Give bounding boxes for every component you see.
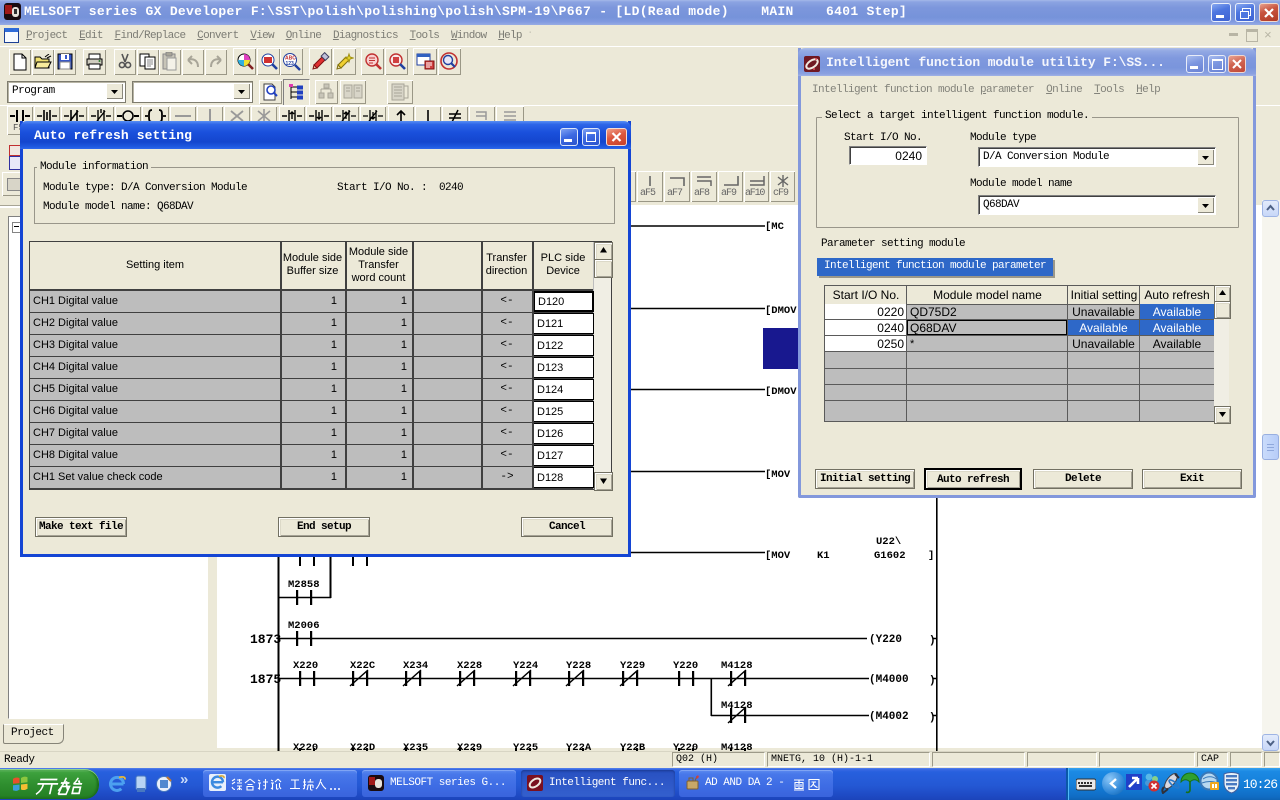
svg-text:[MOV: [MOV <box>765 550 791 562</box>
svg-text:): ) <box>929 712 936 724</box>
svg-text:Y228: Y228 <box>566 660 591 672</box>
svg-text:]: ] <box>928 550 934 562</box>
svg-text:Y22A: Y22A <box>566 742 592 751</box>
svg-text:U22\: U22\ <box>876 536 901 548</box>
svg-text:X228: X228 <box>457 660 482 672</box>
svg-text:Y225: Y225 <box>513 742 538 751</box>
svg-text:K1: K1 <box>817 550 830 562</box>
svg-text:M4128: M4128 <box>721 660 753 672</box>
svg-text:[DMOV: [DMOV <box>765 386 797 398</box>
svg-text:(M4002: (M4002 <box>869 711 909 723</box>
svg-text:Y229: Y229 <box>620 660 645 672</box>
svg-text:[MC: [MC <box>765 221 785 233</box>
svg-text:1873: 1873 <box>250 632 281 647</box>
svg-text:): ) <box>929 635 936 647</box>
svg-text:[DMOV: [DMOV <box>765 305 797 317</box>
svg-text:123: 123 <box>286 61 295 67</box>
svg-text:): ) <box>929 675 936 687</box>
svg-text:Y220: Y220 <box>673 660 698 672</box>
svg-text:M2006: M2006 <box>288 620 320 632</box>
svg-text:X234: X234 <box>403 660 428 672</box>
svg-text:M2858: M2858 <box>288 579 320 591</box>
svg-text:X22D: X22D <box>350 742 375 751</box>
svg-text:Y22B: Y22B <box>620 742 646 751</box>
svg-text:M4128: M4128 <box>721 700 753 712</box>
svg-text:1875: 1875 <box>250 672 281 687</box>
svg-text:Y224: Y224 <box>513 660 538 672</box>
svg-text:(Y220: (Y220 <box>869 634 902 646</box>
svg-text:X220: X220 <box>293 742 318 751</box>
svg-text:G1602: G1602 <box>874 550 906 562</box>
svg-text:[MOV: [MOV <box>765 469 791 481</box>
svg-text:Y220: Y220 <box>673 742 698 751</box>
svg-text:X229: X229 <box>457 742 482 751</box>
svg-text:(M4000: (M4000 <box>869 674 909 686</box>
svg-text:X235: X235 <box>403 742 428 751</box>
svg-text:M4128: M4128 <box>721 742 753 751</box>
svg-text:X22C: X22C <box>350 660 376 672</box>
svg-text:X220: X220 <box>293 660 318 672</box>
